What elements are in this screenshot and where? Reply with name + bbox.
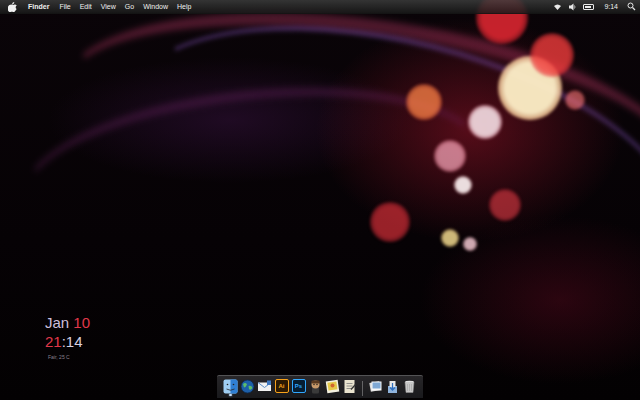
mail-icon	[257, 379, 272, 394]
day: 10	[73, 314, 90, 331]
bokeh-light	[406, 84, 442, 120]
bokeh-light	[370, 202, 410, 242]
dock: Ai Ps	[217, 375, 423, 398]
spotlight-icon[interactable]	[627, 2, 636, 11]
dock-item[interactable]	[402, 379, 417, 396]
menu-item[interactable]: Edit	[80, 3, 92, 10]
battery-icon[interactable]	[583, 4, 594, 10]
menu-item[interactable]: Window	[143, 3, 168, 10]
dock-item[interactable]	[240, 379, 255, 396]
desktop: Finder File Edit View Go Window Help 9:14 Jan…	[0, 0, 640, 400]
dock-item[interactable]	[257, 379, 272, 396]
weather: Fair, 25 C	[48, 354, 90, 360]
dock-area: Ai Ps	[0, 375, 640, 400]
bokeh-light	[463, 237, 477, 251]
bokeh-light	[468, 105, 502, 139]
finder-icon	[223, 379, 238, 394]
trash-icon	[402, 379, 417, 394]
clock-widget: Jan 10 21:14 Fair, 25 C	[45, 314, 90, 360]
date: Jan 10	[45, 314, 90, 332]
menu-clock[interactable]: 9:14	[604, 3, 618, 10]
bokeh-light	[434, 140, 466, 172]
apple-icon[interactable]	[8, 2, 17, 12]
dock-item[interactable]	[325, 379, 340, 396]
menu-item[interactable]: File	[59, 3, 70, 10]
bokeh-light	[530, 33, 574, 77]
bokeh-light	[489, 189, 521, 221]
illustrator-icon: Ai	[275, 379, 289, 393]
dock-item[interactable]: Ps	[291, 379, 306, 396]
character-icon	[308, 379, 323, 394]
photoshop-icon: Ps	[292, 379, 306, 393]
dock-separator	[362, 381, 363, 396]
dock-item[interactable]	[308, 379, 323, 396]
hour: 21	[45, 333, 62, 350]
dock-item[interactable]	[385, 379, 400, 396]
dock-item[interactable]: Ai	[274, 379, 289, 396]
wifi-icon[interactable]	[553, 3, 562, 11]
dock-item[interactable]	[342, 379, 357, 396]
time: 21:14	[45, 333, 90, 351]
month: Jan	[45, 314, 69, 331]
battery-level	[585, 6, 591, 8]
menu-bar: Finder File Edit View Go Window Help 9:14	[0, 0, 640, 14]
minutes: :14	[62, 333, 83, 350]
volume-icon[interactable]	[568, 3, 577, 11]
menu-item[interactable]: Go	[125, 3, 134, 10]
wallpaper	[0, 0, 640, 400]
menu-item[interactable]: View	[101, 3, 116, 10]
app-menu[interactable]: Finder	[28, 3, 49, 10]
script-icon	[342, 379, 357, 394]
running-indicator	[229, 394, 232, 396]
dock-item[interactable]	[368, 379, 383, 396]
bokeh-light	[565, 90, 585, 110]
dock-item[interactable]	[223, 379, 238, 396]
photo-icon	[325, 379, 340, 394]
bokeh-light	[441, 229, 459, 247]
preview-icon	[368, 379, 383, 394]
downloads-icon	[385, 379, 400, 394]
menu-item[interactable]: Help	[177, 3, 191, 10]
globe-icon	[240, 379, 255, 394]
bokeh-light	[454, 176, 472, 194]
